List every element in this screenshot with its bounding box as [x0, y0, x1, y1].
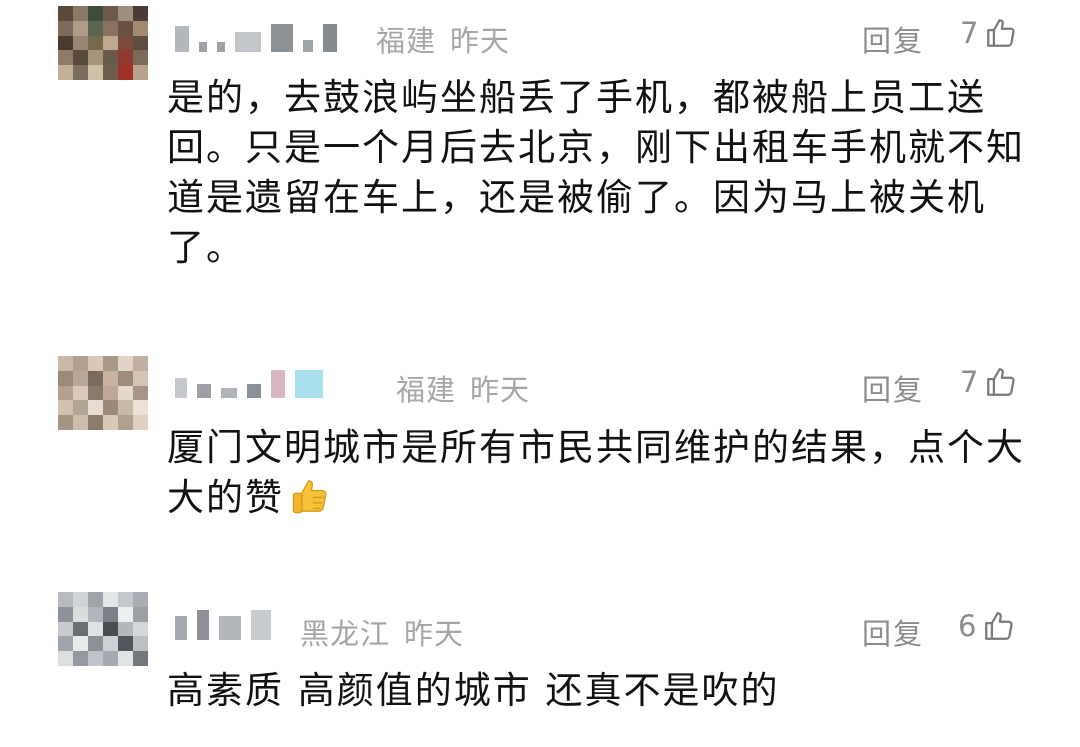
like-button[interactable]: 6 [958, 609, 1016, 643]
thumbs-up-outline-icon [985, 612, 1014, 640]
username-blurred[interactable] [175, 600, 271, 640]
comment-meta: 福建 昨天 [396, 367, 530, 409]
like-count: 7 [960, 16, 979, 50]
like-button[interactable]: 7 [960, 16, 1018, 50]
comment-text: 高素质 高颜值的城市 还真不是吹的 [167, 669, 780, 712]
avatar[interactable] [58, 6, 148, 80]
like-button[interactable]: 7 [960, 365, 1018, 399]
comment-text: 厦门文明城市是所有市民共同维护的结果，点个大大的赞 [167, 423, 1027, 523]
avatar[interactable] [58, 592, 148, 666]
region-label: 福建 [396, 373, 457, 407]
like-count: 7 [960, 365, 979, 399]
reply-button[interactable]: 回复 [862, 367, 924, 409]
thumbs-up-outline-icon [987, 368, 1016, 396]
time-label: 昨天 [450, 24, 511, 58]
comment-meta: 黑龙江 昨天 [300, 611, 464, 653]
time-label: 昨天 [404, 617, 465, 651]
avatar[interactable] [58, 356, 148, 430]
region-label: 黑龙江 [300, 617, 391, 651]
username-blurred[interactable] [175, 358, 323, 398]
username-blurred[interactable] [175, 12, 337, 52]
time-label: 昨天 [470, 373, 531, 407]
thumbs-up-emoji [292, 480, 327, 514]
reply-button[interactable]: 回复 [862, 18, 924, 60]
region-label: 福建 [376, 24, 437, 58]
comment-meta: 福建 昨天 [376, 18, 510, 60]
thumbs-up-outline-icon [987, 19, 1016, 47]
comment-text: 是的，去鼓浪屿坐船丢了手机，都被船上员工送回。只是一个月后去北京，刚下出租车手机… [167, 76, 1025, 269]
reply-button[interactable]: 回复 [862, 611, 924, 653]
like-count: 6 [958, 609, 977, 643]
